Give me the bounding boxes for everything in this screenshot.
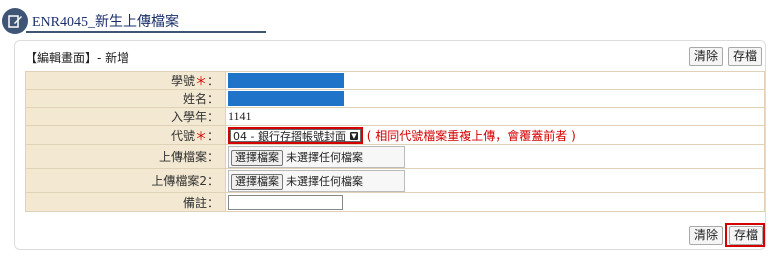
edit-panel: 【編輯畫面】- 新增 清除 存檔 學號＊： 姓名： 入學年： 1141 代號＊：… — [14, 40, 766, 250]
code-select-highlight: 04 - 銀行存摺帳號封面 ▼ — [228, 126, 363, 144]
row-upload1: 上傳檔案： 選擇檔案 未選擇任何檔案 — [25, 144, 765, 169]
panel-title: 【編輯畫面】- 新增 — [25, 51, 130, 65]
choose-file-button-1[interactable]: 選擇檔案 — [231, 149, 283, 166]
choose-file-button-2[interactable]: 選擇檔案 — [231, 173, 283, 190]
clear-button-bottom[interactable]: 清除 — [689, 226, 724, 245]
name-label: 姓名 — [182, 92, 207, 106]
save-button-top[interactable]: 存檔 — [728, 47, 763, 66]
code-select[interactable]: 04 - 銀行存摺帳號封面 ▼ — [230, 128, 361, 143]
row-name: 姓名： — [25, 89, 765, 108]
required-mark: ＊ — [194, 128, 207, 143]
title-underline — [26, 31, 266, 33]
row-enroll-year: 入學年： 1141 — [25, 107, 765, 126]
remark-label: 備註 — [182, 195, 207, 210]
page-header: ENR4045_新生上傳檔案 — [0, 0, 300, 38]
upload2-label: 上傳檔案2 — [151, 174, 207, 188]
row-remark: 備註： — [25, 192, 765, 212]
row-student-id: 學號＊： — [25, 71, 765, 90]
name-value[interactable] — [228, 91, 344, 106]
remark-input[interactable] — [228, 194, 343, 210]
edit-form: 學號＊： 姓名： 入學年： 1141 代號＊： 04 - 銀行存摺帳號封面 ▼ … — [25, 71, 765, 212]
save-button-bottom[interactable]: 存檔 — [729, 226, 764, 245]
edit-icon — [2, 8, 28, 34]
enroll-year-label: 入學年 — [170, 110, 207, 124]
upload2-file-input: 選擇檔案 未選擇任何檔案 — [228, 169, 405, 192]
code-note: ( 相同代號檔案重複上傳，會覆蓋前者 ) — [366, 128, 576, 143]
upload1-label: 上傳檔案 — [158, 150, 207, 164]
chevron-down-icon: ▼ — [349, 131, 358, 140]
upload1-file-input: 選擇檔案 未選擇任何檔案 — [228, 145, 405, 168]
upload1-status: 未選擇任何檔案 — [286, 150, 363, 164]
enroll-year-value: 1141 — [228, 109, 252, 123]
student-id-value[interactable] — [228, 73, 344, 88]
required-mark: ＊ — [194, 74, 207, 88]
code-label: 代號 — [170, 128, 195, 143]
row-code: 代號＊： 04 - 銀行存摺帳號封面 ▼ ( 相同代號檔案重複上傳，會覆蓋前者 ) — [25, 125, 765, 145]
row-upload2: 上傳檔案2： 選擇檔案 未選擇任何檔案 — [25, 168, 765, 193]
clear-button-top[interactable]: 清除 — [689, 47, 724, 66]
upload2-status: 未選擇任何檔案 — [286, 174, 363, 188]
student-id-label: 學號 — [170, 74, 195, 88]
page-title: ENR4045_新生上傳檔案 — [32, 15, 179, 30]
